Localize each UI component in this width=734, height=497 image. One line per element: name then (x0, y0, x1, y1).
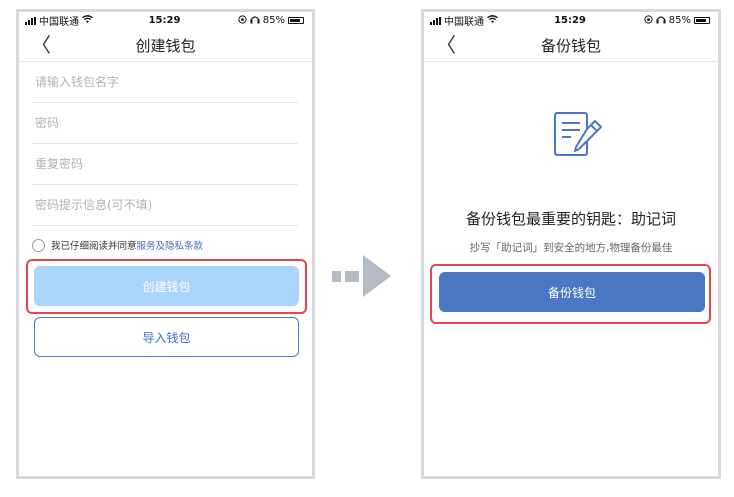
nav-bar: 〈 创建钱包 (19, 29, 312, 62)
repeat-password-row (33, 144, 298, 185)
import-wallet-button[interactable]: 导入钱包 (34, 317, 299, 357)
signal-icon (25, 16, 36, 25)
status-bar: 中国联通 15:29 85% (424, 12, 718, 29)
create-wallet-screen: 中国联通 15:29 85% 〈 创建钱包 我已仔细 (16, 9, 315, 479)
password-input[interactable] (33, 115, 298, 131)
signal-icon (430, 16, 441, 25)
backup-subtitle: 抄写「助记词」到安全的地方,物理备份最佳 (469, 242, 673, 254)
password-row (33, 103, 298, 144)
wallet-name-row (33, 62, 298, 103)
agree-text: 我已仔细阅读并同意 (51, 241, 137, 252)
password-hint-input[interactable] (33, 197, 298, 213)
headphones-icon (250, 15, 260, 27)
orientation-lock-icon (238, 14, 247, 27)
create-wallet-button[interactable]: 创建钱包 (34, 266, 299, 306)
page-title: 创建钱包 (135, 36, 196, 55)
carrier-label: 中国联通 (444, 17, 484, 28)
backup-wallet-screen: 中国联通 15:29 85% 〈 备份钱包 备份钱包最重要的钥匙：助记词 抄写「… (421, 9, 721, 479)
wifi-icon (82, 15, 93, 26)
flow-arrow (332, 255, 391, 297)
status-time: 15:29 (554, 15, 586, 26)
repeat-password-input[interactable] (33, 156, 298, 172)
status-bar: 中国联通 15:29 85% (19, 12, 312, 29)
carrier-label: 中国联通 (39, 17, 79, 28)
back-button[interactable]: 〈 (436, 35, 456, 55)
battery-percent: 85% (262, 15, 285, 26)
terms-link[interactable]: 服务及隐私条款 (137, 238, 204, 252)
battery-icon (288, 17, 304, 24)
orientation-lock-icon (644, 14, 653, 27)
backup-heading: 备份钱包最重要的钥匙：助记词 (465, 210, 676, 228)
page-title: 备份钱包 (540, 36, 601, 55)
backup-wallet-button[interactable]: 备份钱包 (439, 272, 705, 312)
agree-checkbox[interactable] (32, 238, 45, 252)
wallet-name-input[interactable] (33, 74, 298, 90)
headphones-icon (656, 15, 666, 27)
battery-percent: 85% (668, 15, 691, 26)
back-button[interactable]: 〈 (31, 35, 51, 55)
status-time: 15:29 (148, 15, 181, 26)
agreement-row: 我已仔细阅读并同意 服务及隐私条款 (32, 238, 312, 252)
battery-icon (693, 17, 710, 24)
nav-bar: 〈 备份钱包 (424, 29, 718, 62)
document-edit-icon (553, 107, 609, 169)
password-hint-row (33, 185, 298, 226)
wifi-icon (487, 15, 498, 26)
